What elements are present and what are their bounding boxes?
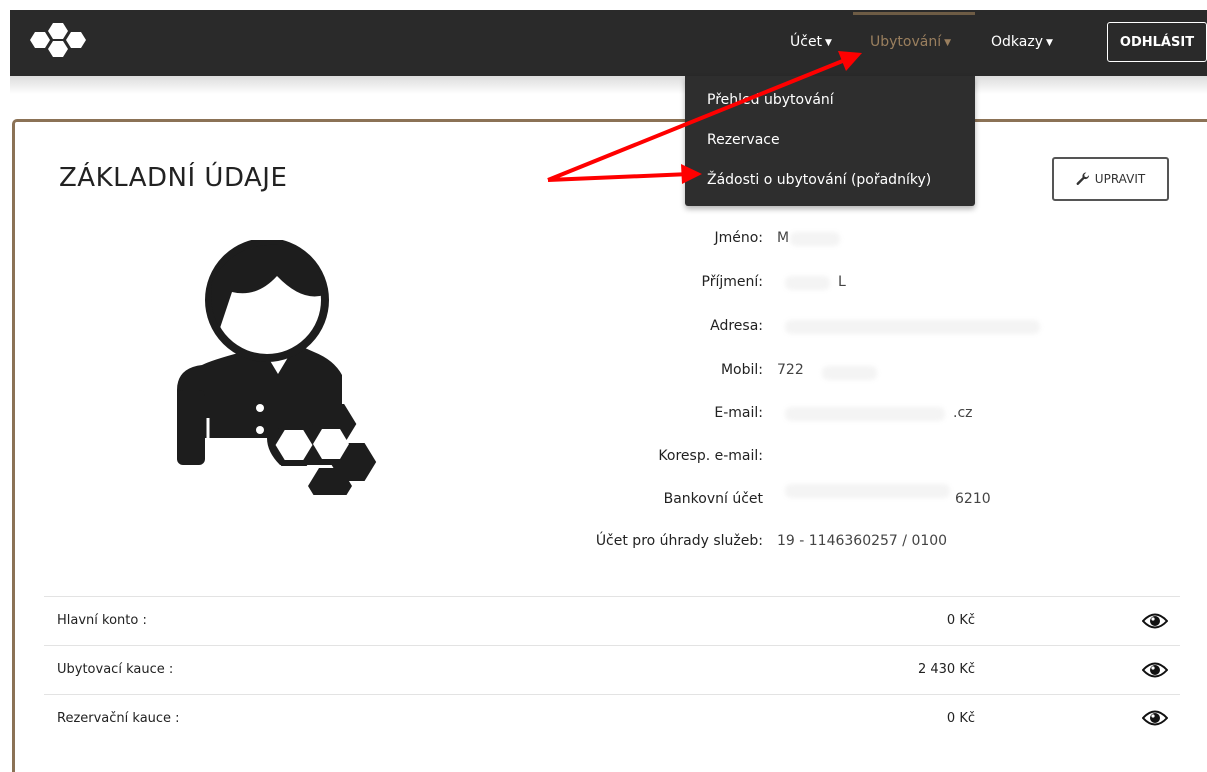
field-value-prijmeni: L [838,274,846,290]
logout-button[interactable]: ODHLÁSIT [1107,22,1207,62]
eye-icon[interactable] [1142,661,1168,679]
field-value-mobil: 722 [777,362,804,378]
eye-icon[interactable] [1142,709,1168,727]
menu-item-zadosti-o-ubytovani[interactable]: Žádosti o ubytování (pořadníky) [707,172,931,188]
field-value-ucet-pro-uhrady: 19 - 1146360257 / 0100 [777,533,948,549]
field-value-jmeno: M [777,230,790,246]
nav-item-label: Odkazy [991,34,1043,50]
navbar-shadow [10,76,1207,94]
edit-button-label: UPRAVIT [1094,172,1146,186]
nav-item-odkazy[interactable]: Odkazy ▼ [991,34,1053,50]
edit-button[interactable]: UPRAVIT [1052,157,1169,201]
table-divider [44,645,1180,646]
caret-down-icon: ▼ [1045,38,1053,48]
field-label-jmeno: Jméno: [714,230,763,246]
table-divider [44,596,1180,597]
account-amount-rezervacni-kauce: 0 Kč [946,711,975,726]
field-label-email: E-mail: [714,405,763,421]
field-label-koresp-email: Koresp. e-mail: [658,448,763,464]
menu-item-rezervace[interactable]: Rezervace [707,132,780,148]
redacted-value [822,366,877,380]
redacted-value [790,232,840,246]
redacted-value [785,407,945,421]
field-label-bankovni-ucet: Bankovní účet [663,491,763,507]
user-avatar-icon [177,240,377,495]
ubytovani-dropdown-menu: Přehled ubytování Rezervace Žádosti o ub… [685,76,975,206]
account-amount-ubytovaci-kauce: 2 430 Kč [917,662,975,677]
field-label-ucet-pro-uhrady: Účet pro úhrady služeb: [595,533,763,549]
field-value-bankovni-ucet: 6210 [955,491,991,507]
eye-icon[interactable] [1142,612,1168,630]
nav-item-label: Ubytování [870,34,942,50]
wrench-icon [1076,172,1089,185]
redacted-value [785,320,1040,334]
nav-item-label: Účet [790,34,823,50]
honeycomb-logo-icon[interactable] [26,22,90,58]
account-label-rezervacni-kauce: Rezervační kauce : [57,711,180,726]
nav-active-indicator [853,12,975,15]
redacted-value [785,276,830,290]
field-label-mobil: Mobil: [720,362,763,378]
field-value-email: .cz [953,405,973,421]
caret-down-icon: ▼ [825,38,832,48]
field-label-adresa: Adresa: [710,318,763,334]
nav-item-ubytovani[interactable]: Ubytování ▼ [870,34,951,50]
account-label-ubytovaci-kauce: Ubytovací kauce : [57,662,174,677]
menu-item-prehled-ubytovani[interactable]: Přehled ubytování [707,92,834,108]
nav-item-ucet[interactable]: Účet ▼ [790,34,832,50]
caret-down-icon: ▼ [944,38,952,48]
field-label-prijmeni: Příjmení: [701,274,763,290]
account-label-hlavni-konto: Hlavní konto : [57,613,147,628]
table-divider [44,694,1180,695]
page-title: ZÁKLADNÍ ÚDAJE [59,163,288,193]
redacted-value [785,484,950,498]
account-amount-hlavni-konto: 0 Kč [946,613,975,628]
